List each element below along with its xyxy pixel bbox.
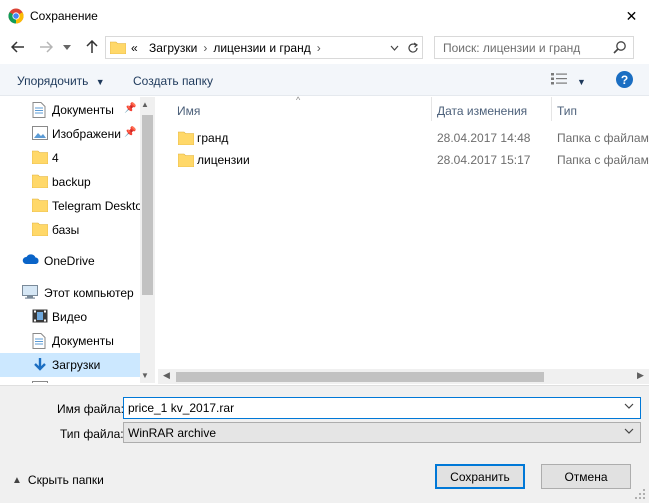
column-divider[interactable]	[551, 97, 552, 121]
column-header-type[interactable]: Тип	[557, 104, 577, 118]
filetype-label: Тип файла:	[60, 427, 124, 441]
help-button[interactable]: ?	[616, 71, 633, 88]
filename-input[interactable]: price_1 kv_2017.rar	[123, 397, 641, 419]
nav-item-folder-4[interactable]: 4	[0, 146, 140, 170]
folder-icon	[31, 222, 49, 238]
up-button[interactable]	[82, 36, 102, 58]
filetype-select[interactable]: WinRAR archive	[123, 422, 641, 443]
refresh-icon	[408, 42, 418, 53]
chevron-down-icon[interactable]	[624, 401, 634, 412]
details-view-icon	[551, 73, 567, 85]
arrow-up-icon	[86, 40, 98, 53]
sort-ascending-icon: ^	[296, 95, 301, 105]
folder-icon	[31, 198, 49, 214]
address-dropdown-button[interactable]	[386, 39, 402, 57]
chevron-down-icon	[624, 426, 634, 437]
chrome-icon	[8, 8, 24, 24]
nav-item-documents[interactable]: Документы	[0, 329, 140, 353]
organize-button[interactable]: Упорядочить ▼	[17, 74, 105, 88]
arrow-right-icon	[40, 41, 53, 53]
documents-icon	[32, 333, 48, 349]
search-placeholder: Поиск: лицензии и гранд	[443, 41, 581, 55]
hide-folders-button[interactable]: ▲ Скрыть папки	[12, 473, 104, 487]
breadcrumb-separator[interactable]: ›	[317, 41, 321, 55]
nav-item-folder-bazy[interactable]: базы	[0, 218, 140, 242]
pin-icon: 📌	[124, 127, 137, 138]
resize-grip-icon[interactable]	[633, 487, 647, 501]
column-header-name[interactable]: Имя	[177, 104, 200, 118]
nav-item-this-pc[interactable]: Этот компьютер	[0, 281, 140, 305]
view-dropdown-button[interactable]: ▼	[577, 74, 586, 88]
chevron-up-icon: ▲	[12, 474, 22, 486]
scroll-up-icon[interactable]: ▲	[141, 100, 149, 109]
chevron-down-icon: ▼	[577, 77, 586, 87]
chevron-down-icon	[63, 44, 71, 50]
scroll-left-icon[interactable]: ◀	[163, 370, 170, 381]
save-button[interactable]: Сохранить	[435, 464, 525, 489]
back-button[interactable]	[8, 36, 28, 58]
nav-item-downloads[interactable]: Загрузки	[0, 353, 140, 377]
column-divider[interactable]	[431, 97, 432, 121]
file-date: 28.04.2017 14:48	[437, 131, 531, 145]
close-icon: ✕	[625, 7, 638, 24]
search-icon[interactable]	[613, 40, 627, 57]
chevron-down-icon: ▼	[95, 77, 105, 87]
folder-icon	[109, 41, 127, 57]
scroll-right-icon[interactable]: ▶	[637, 370, 644, 381]
nav-scrollbar-thumb[interactable]	[142, 115, 153, 295]
refresh-button[interactable]	[404, 39, 422, 57]
nav-item-videos[interactable]: Видео	[0, 305, 140, 329]
view-button[interactable]	[550, 72, 570, 88]
window-title: Сохранение	[30, 9, 98, 23]
computer-icon	[22, 285, 38, 301]
downloads-icon	[32, 357, 48, 373]
nav-item-onedrive[interactable]: OneDrive	[0, 249, 140, 273]
navigation-pane[interactable]: Документы 📌 Изображени 📌 4 backup Telegr…	[0, 97, 155, 383]
documents-icon	[32, 102, 48, 118]
filename-value: price_1 kv_2017.rar	[128, 401, 235, 415]
folder-icon	[31, 174, 49, 190]
onedrive-icon	[22, 253, 39, 269]
music-icon	[32, 381, 48, 383]
close-button[interactable]: ✕	[614, 0, 649, 32]
nav-item-partial	[0, 377, 140, 383]
nav-item-folder-backup[interactable]: backup	[0, 170, 140, 194]
folder-icon	[177, 153, 195, 168]
horizontal-scrollbar-thumb[interactable]	[176, 372, 544, 382]
scroll-down-icon[interactable]: ▼	[141, 371, 149, 380]
address-overflow[interactable]: «	[131, 41, 138, 55]
search-input[interactable]: Поиск: лицензии и гранд	[434, 36, 634, 59]
file-row[interactable]: гранд 28.04.2017 14:48 Папка с файлами	[160, 127, 649, 149]
folder-icon	[31, 150, 49, 166]
nav-item-documents-pinned[interactable]: Документы 📌	[0, 98, 140, 122]
address-bar[interactable]: «› Загрузки›лицензии и гранд›	[105, 36, 423, 59]
cancel-button[interactable]: Отмена	[541, 464, 631, 489]
file-row[interactable]: лицензии 28.04.2017 15:17 Папка с файлам…	[160, 149, 649, 171]
file-name: гранд	[197, 131, 229, 145]
file-date: 28.04.2017 15:17	[437, 153, 531, 167]
breadcrumb-segment[interactable]: Загрузки	[149, 41, 197, 55]
video-icon	[32, 309, 48, 325]
column-header-date[interactable]: Дата изменения	[437, 104, 527, 118]
file-type: Папка с файлами	[557, 153, 649, 167]
filetype-value: WinRAR archive	[128, 426, 217, 440]
new-folder-button[interactable]: Создать папку	[133, 74, 213, 88]
file-name: лицензии	[197, 153, 250, 167]
forward-button[interactable]	[36, 36, 56, 58]
nav-item-pictures-pinned[interactable]: Изображени 📌	[0, 122, 140, 146]
nav-item-folder-telegram[interactable]: Telegram Deskto	[0, 194, 140, 218]
breadcrumb-separator[interactable]: ›	[203, 41, 207, 55]
file-type: Папка с файлами	[557, 131, 649, 145]
folder-icon	[177, 131, 195, 146]
arrow-left-icon	[11, 41, 24, 53]
chevron-down-icon	[390, 45, 398, 51]
recent-locations-button[interactable]	[60, 36, 74, 58]
pictures-icon	[32, 126, 48, 142]
help-icon: ?	[620, 72, 629, 87]
breadcrumb-segment[interactable]: лицензии и гранд	[213, 41, 310, 55]
filename-label: Имя файла:	[57, 402, 124, 416]
pin-icon: 📌	[124, 103, 137, 114]
